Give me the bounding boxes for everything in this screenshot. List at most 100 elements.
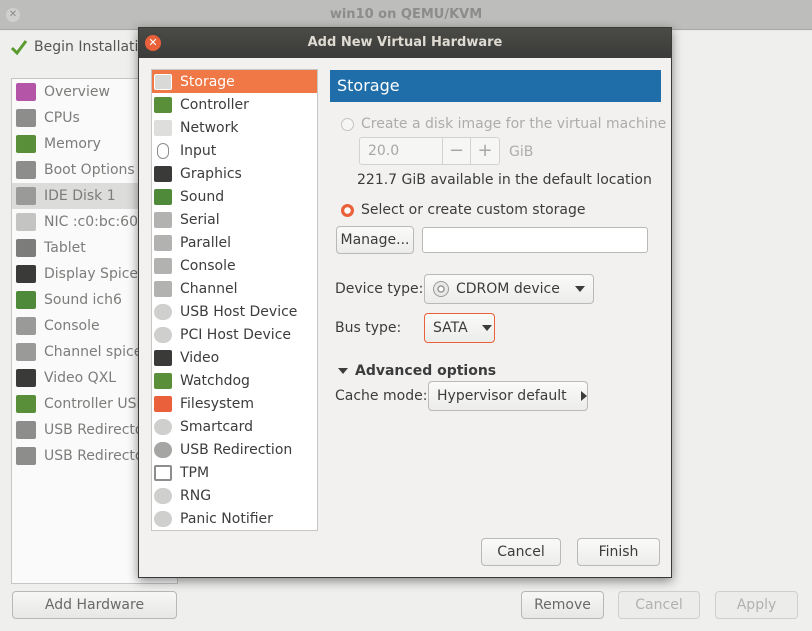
hw-item-watchdog[interactable]: Watchdog — [152, 369, 317, 392]
hw-item-pci-host-device[interactable]: PCI Host Device — [152, 323, 317, 346]
decrement-button[interactable]: − — [443, 138, 471, 164]
gear-icon — [16, 161, 36, 179]
device-type-label: Device type: — [335, 281, 424, 297]
hw-item-controller[interactable]: Controller — [152, 93, 317, 116]
create-disk-label: Create a disk image for the virtual mach… — [361, 116, 667, 132]
apply-button[interactable]: Apply — [715, 591, 798, 619]
main-window-titlebar: ✕ win10 on QEMU/KVM — [0, 0, 812, 30]
cache-mode-value: Hypervisor default — [437, 388, 567, 404]
device-type-value: CDROM device — [456, 281, 560, 297]
create-disk-option[interactable]: Create a disk image for the virtual mach… — [341, 116, 666, 132]
sidebar-item-label: USB Redirector — [44, 448, 150, 464]
create-disk-radio[interactable] — [341, 117, 354, 131]
hw-item-graphics[interactable]: Graphics — [152, 162, 317, 185]
hw-item-smartcard[interactable]: Smartcard — [152, 415, 317, 438]
network-icon — [154, 119, 172, 136]
hw-item-console[interactable]: Console — [152, 254, 317, 277]
hw-item-storage[interactable]: Storage — [152, 70, 317, 93]
hw-item-sound[interactable]: Sound — [152, 185, 317, 208]
sidebar-item-label: CPUs — [44, 110, 80, 126]
hw-item-network[interactable]: Network — [152, 116, 317, 139]
hw-item-label: Filesystem — [180, 395, 255, 412]
video-icon — [16, 369, 36, 387]
sidebar-item-label: Overview — [44, 84, 110, 100]
sidebar-item-label: Boot Options — [44, 162, 135, 178]
bus-type-label: Bus type: — [335, 320, 402, 336]
disk-size-value[interactable]: 20.0 — [360, 138, 443, 164]
chevron-down-icon — [481, 325, 492, 331]
cache-mode-dropdown[interactable]: Hypervisor default — [428, 381, 588, 411]
storage-path-input[interactable] — [422, 227, 648, 253]
hw-item-label: Smartcard — [180, 418, 254, 435]
hw-item-rng[interactable]: RNG — [152, 484, 317, 507]
channel-icon — [16, 343, 36, 361]
sidebar-item-label: NIC :c0:bc:60 — [44, 214, 138, 230]
hw-item-serial[interactable]: Serial — [152, 208, 317, 231]
hw-item-usb-host-device[interactable]: USB Host Device — [152, 300, 317, 323]
section-header: Storage — [330, 70, 661, 102]
video-icon — [154, 349, 172, 366]
expander-arrow-icon — [338, 368, 348, 374]
finish-button[interactable]: Finish — [577, 538, 660, 566]
controller-icon — [154, 96, 172, 113]
hw-item-usb-redirection[interactable]: USB Redirection — [152, 438, 317, 461]
hw-item-label: RNG — [180, 487, 212, 504]
dialog-title: Add New Virtual Hardware — [307, 35, 503, 50]
hw-item-label: Input — [180, 142, 217, 159]
folder-icon — [154, 395, 172, 412]
hw-item-label: Channel — [180, 280, 238, 297]
hw-item-channel[interactable]: Channel — [152, 277, 317, 300]
usb-icon — [154, 441, 172, 458]
hw-item-panic-notifier[interactable]: Panic Notifier — [152, 507, 317, 530]
hw-item-label: Graphics — [180, 165, 242, 182]
hw-item-label: PCI Host Device — [180, 326, 292, 343]
add-hardware-dialog: ✕ Add New Virtual Hardware Storage Contr… — [138, 27, 672, 578]
hw-item-tpm[interactable]: TPM — [152, 461, 317, 484]
network-icon — [16, 213, 36, 231]
sidebar-item-label: Video QXL — [44, 370, 117, 386]
memory-icon — [16, 135, 36, 153]
hw-item-parallel[interactable]: Parallel — [152, 231, 317, 254]
hw-item-label: USB Redirection — [180, 441, 293, 458]
cache-mode-label: Cache mode: — [335, 388, 428, 404]
cancel-button[interactable]: Cancel — [481, 538, 561, 566]
hardware-type-list: Storage Controller Network Input Graphic… — [151, 69, 318, 531]
gear-icon — [154, 510, 172, 527]
sidebar-item-label: Memory — [44, 136, 101, 152]
main-cancel-button[interactable]: Cancel — [618, 591, 700, 619]
disk-size-spinner[interactable]: 20.0 − + — [359, 137, 500, 165]
gear-icon — [154, 326, 172, 343]
advanced-options-expander[interactable]: Advanced options — [338, 363, 496, 379]
hw-item-input[interactable]: Input — [152, 139, 317, 162]
custom-storage-option[interactable]: Select or create custom storage — [341, 202, 586, 218]
sidebar-item-label: IDE Disk 1 — [44, 188, 116, 204]
parallel-icon — [154, 234, 172, 251]
custom-storage-radio[interactable] — [341, 203, 354, 217]
hw-item-label: Video — [180, 349, 220, 366]
bus-type-value: SATA — [433, 320, 468, 336]
remove-button[interactable]: Remove — [521, 591, 604, 619]
hw-item-video[interactable]: Video — [152, 346, 317, 369]
cdrom-icon — [433, 281, 449, 297]
sidebar-item-label: Sound ich6 — [44, 292, 122, 308]
increment-button[interactable]: + — [471, 138, 499, 164]
sidebar-item-label: USB Redirector — [44, 422, 150, 438]
bus-type-dropdown[interactable]: SATA — [424, 313, 495, 343]
main-window-title: win10 on QEMU/KVM — [329, 7, 483, 22]
hw-item-filesystem[interactable]: Filesystem — [152, 392, 317, 415]
size-unit: GiB — [509, 144, 534, 160]
sound-icon — [154, 188, 172, 205]
hw-item-label: Sound — [180, 188, 225, 205]
sidebar-item-label: Display Spice — [44, 266, 139, 282]
device-type-dropdown[interactable]: CDROM device — [424, 274, 594, 304]
custom-storage-label: Select or create custom storage — [361, 202, 586, 218]
begin-installation-button[interactable]: Begin Installation — [10, 38, 156, 56]
usb-icon — [16, 447, 36, 465]
sound-icon — [16, 291, 36, 309]
available-space-text: 221.7 GiB available in the default locat… — [357, 172, 652, 188]
checkmark-icon — [10, 40, 28, 56]
gear-icon — [154, 487, 172, 504]
add-hardware-button[interactable]: Add Hardware — [12, 591, 177, 619]
sidebar-item-label: Tablet — [44, 240, 86, 256]
manage-button[interactable]: Manage... — [336, 226, 414, 254]
